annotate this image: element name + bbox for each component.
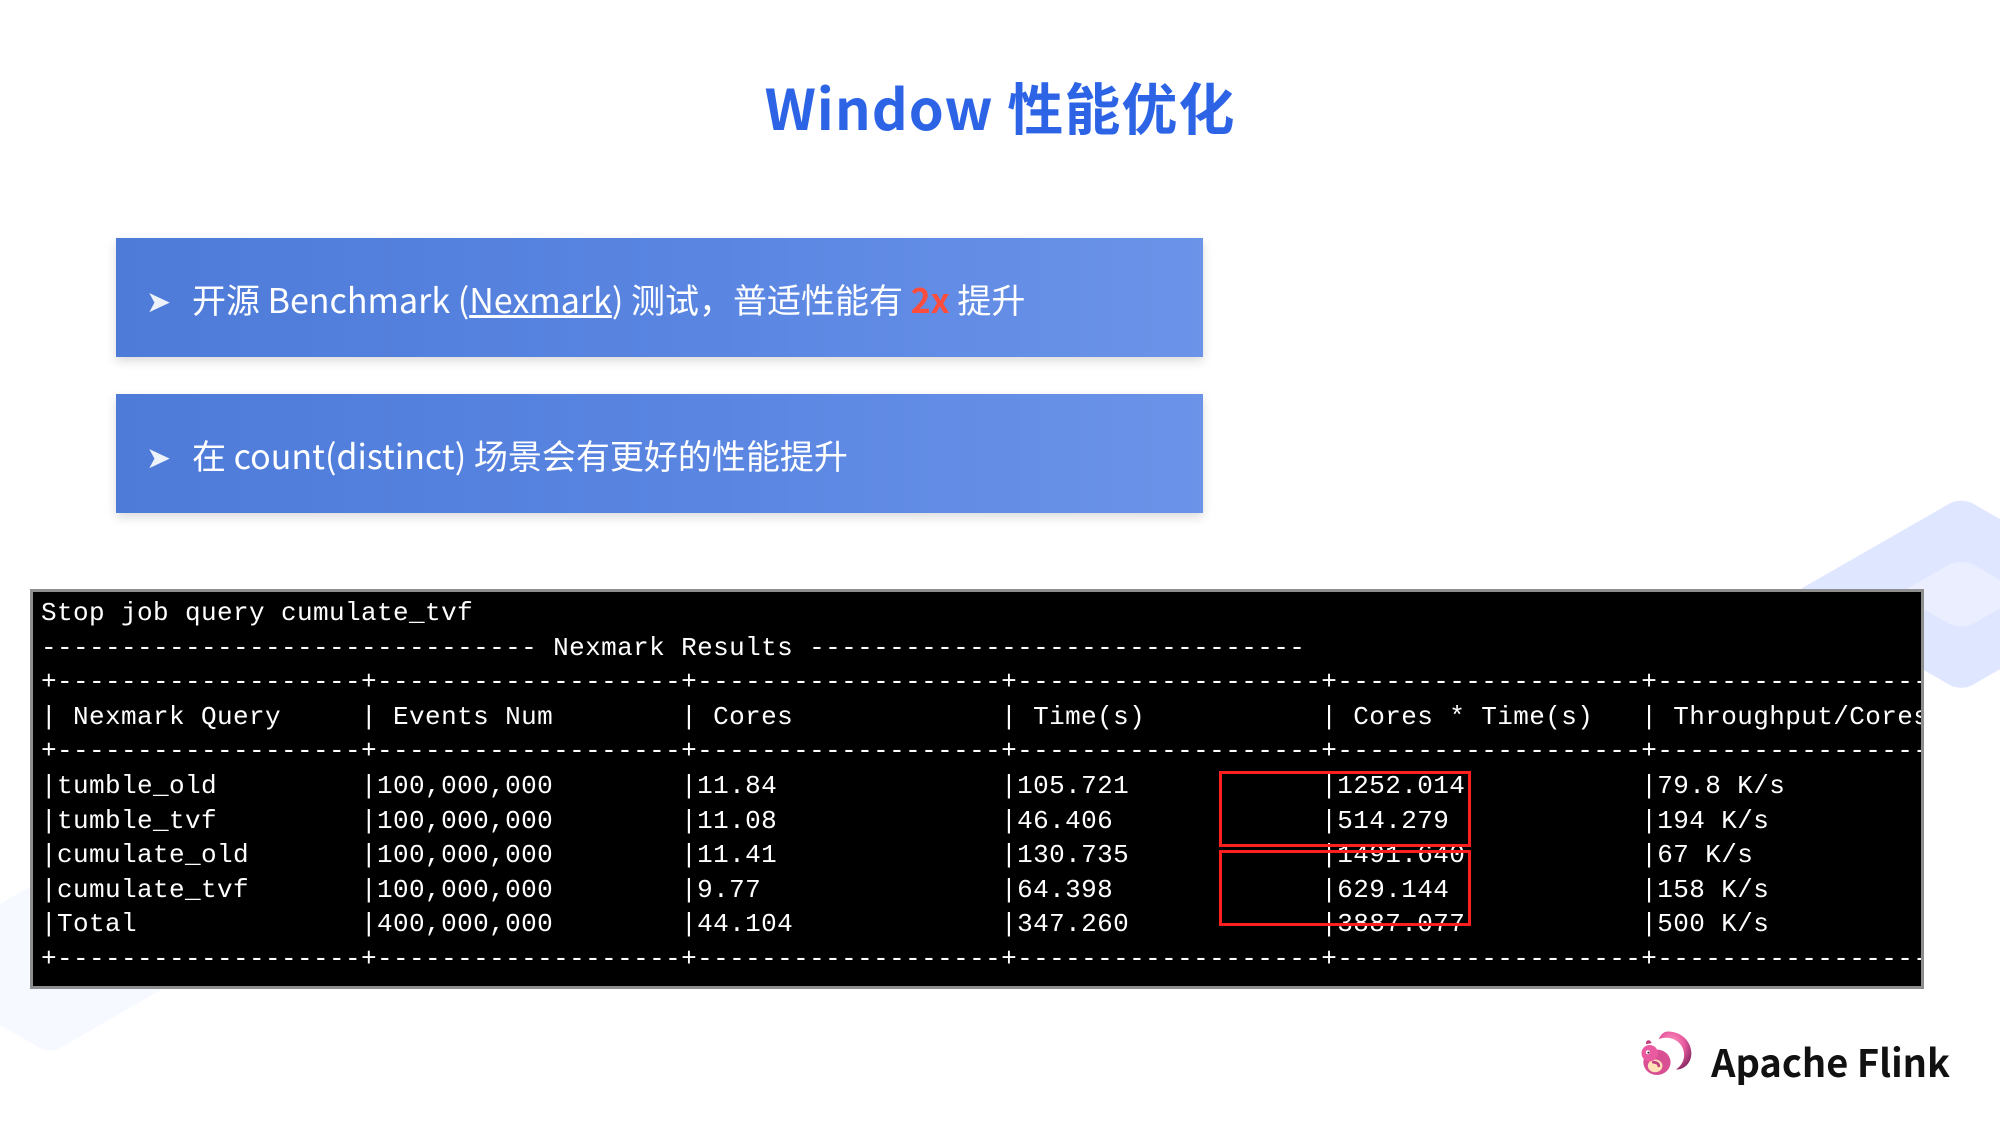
table-row: |cumulate_old |100,000,000 |11.41 |130.7… bbox=[41, 838, 1913, 873]
terminal-head: | Nexmark Query | Events Num | Cores | T… bbox=[41, 700, 1913, 735]
terminal-line: ------------------------------- Nexmark … bbox=[41, 631, 1913, 666]
bullet-text: 开源 Benchmark (Nexmark) 测试，普适性能有 2x 提升 bbox=[192, 274, 1025, 323]
terminal-output: Stop job query cumulate_tvf ------------… bbox=[30, 589, 1924, 989]
bullet1-2x: 2x bbox=[911, 274, 950, 323]
bullet-arrow-icon: ➤ bbox=[146, 440, 174, 470]
bullet-arrow-icon: ➤ bbox=[146, 284, 174, 314]
table-row: |tumble_tvf |100,000,000 |11.08 |46.406 … bbox=[41, 804, 1913, 839]
bullet-count-distinct: ➤ 在 count(distinct) 场景会有更好的性能提升 bbox=[116, 394, 1203, 513]
terminal-line: Stop job query cumulate_tvf bbox=[41, 596, 1913, 631]
terminal-line: +-------------------+-------------------… bbox=[41, 734, 1913, 769]
nexmark-link[interactable]: Nexmark bbox=[469, 274, 612, 323]
table-row: |Total |400,000,000 |44.104 |347.260 |38… bbox=[41, 907, 1913, 942]
bullet1-mid: ) 测试，普适性能有 bbox=[612, 274, 911, 323]
table-row: |tumble_old |100,000,000 |11.84 |105.721… bbox=[41, 769, 1913, 804]
bullet1-pre: 开源 Benchmark ( bbox=[192, 274, 469, 323]
terminal-line: +-------------------+-------------------… bbox=[41, 942, 1913, 977]
table-row: |cumulate_tvf |100,000,000 |9.77 |64.398… bbox=[41, 873, 1913, 908]
footer-label: Apache Flink bbox=[1711, 1033, 1950, 1088]
terminal-line: +-------------------+-------------------… bbox=[41, 665, 1913, 700]
slide-title: Window 性能优化 bbox=[0, 66, 2000, 147]
bullet-text: 在 count(distinct) 场景会有更好的性能提升 bbox=[192, 430, 848, 479]
flink-squirrel-icon bbox=[1637, 1026, 1695, 1095]
footer-logo: Apache Flink bbox=[1637, 1026, 1950, 1095]
bullet1-post: 提升 bbox=[950, 274, 1026, 323]
bullet-benchmark: ➤ 开源 Benchmark (Nexmark) 测试，普适性能有 2x 提升 bbox=[116, 238, 1203, 357]
